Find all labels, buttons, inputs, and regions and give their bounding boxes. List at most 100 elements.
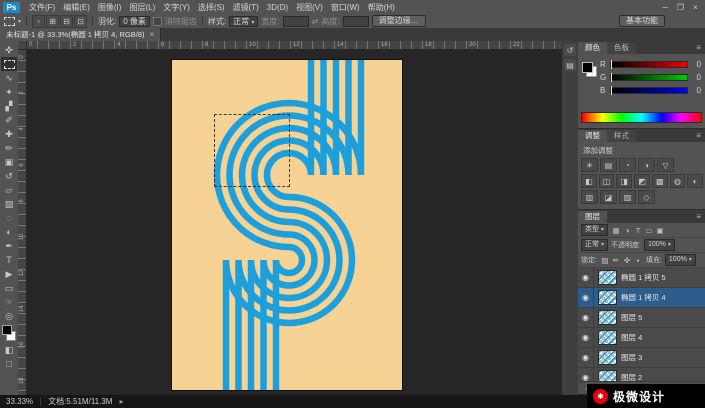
type-tool[interactable]: T [1,253,17,267]
slider-thumb[interactable] [611,86,612,95]
tab-close-icon[interactable]: × [149,30,154,39]
adj-exposure-icon[interactable]: ◑ [638,158,655,172]
adj-invert-icon[interactable]: ◐ [687,174,704,188]
menu-item-11[interactable]: 帮助(H) [364,2,399,13]
layer-row[interactable]: ◉ 椭圆 1 拷贝 4 [578,288,705,308]
minimize-button[interactable]: ─ [658,3,673,12]
pen-tool[interactable]: ✒ [1,239,17,253]
slider-thumb[interactable] [611,73,612,82]
refine-edge-button[interactable]: 调整边缘… [371,15,426,27]
filter-pixel-layers-icon[interactable]: ▦ [611,225,621,235]
slider-thumb[interactable] [611,60,612,69]
adj-channel-mixer-icon[interactable]: ▩ [651,174,668,188]
height-input[interactable] [342,15,369,27]
properties-panel-icon[interactable]: ▤ [564,59,576,71]
visibility-eye-icon[interactable]: ◉ [578,348,594,367]
panel-menu-icon[interactable]: ≡ [696,131,701,140]
dodge-tool[interactable]: ◐ [1,225,17,239]
lock-all-icon[interactable]: ▪ [633,255,643,265]
crop-tool[interactable]: ▞ [1,99,17,113]
intersect-selection-icon[interactable]: ⊡ [74,14,88,28]
menu-item-4[interactable]: 图层(L) [125,2,159,13]
filter-shape-layers-icon[interactable]: ▭ [644,225,654,235]
history-brush-tool[interactable]: ↺ [1,169,17,183]
status-popup-arrow-icon[interactable]: ▸ [119,397,123,406]
tab-styles[interactable]: 样式 [607,130,636,142]
clone-stamp-tool[interactable]: ▣ [1,155,17,169]
hand-tool[interactable]: ☞ [1,295,17,309]
shape-tool[interactable]: ▭ [1,281,17,295]
tab-swatches[interactable]: 色板 [607,42,636,54]
subtract-from-selection-icon[interactable]: ⊟ [60,14,74,28]
foreground-background-swatches[interactable] [2,325,16,341]
add-to-selection-icon[interactable]: ⊞ [46,14,60,28]
workspace-switcher-button[interactable]: 基本功能 [619,15,665,27]
adj-black-white-icon[interactable]: ◨ [616,174,633,188]
adj-gradient-map-icon[interactable]: ▨ [619,190,636,204]
panel-menu-icon[interactable]: ≡ [696,212,701,221]
layer-row[interactable]: ◉ 图层 4 [578,328,705,348]
adj-posterize-icon[interactable]: ▥ [581,190,598,204]
blend-mode-select[interactable]: 正常 ▾ [581,239,609,251]
antialias-checkbox[interactable] [152,16,162,26]
layer-row[interactable]: ◉ 图层 5 [578,308,705,328]
style-select[interactable]: 正常 ▾ [229,15,259,27]
zoom-tool[interactable]: ◎ [1,309,17,323]
tab-adjustments[interactable]: 调整 [578,130,607,142]
foreground-color-swatch[interactable] [582,62,593,73]
magic-wand-tool[interactable]: ✦ [1,85,17,99]
eraser-tool[interactable]: ▱ [1,183,17,197]
slider-track-g[interactable] [610,73,688,82]
foreground-background-swatches[interactable] [582,62,597,77]
visibility-eye-icon[interactable]: ◉ [578,308,594,327]
eyedropper-tool[interactable]: ✐ [1,113,17,127]
visibility-eye-icon[interactable]: ◉ [578,288,594,307]
quick-mask-mode[interactable]: ◧ [1,343,17,357]
lasso-tool[interactable]: ∿ [1,71,17,85]
menu-item-8[interactable]: 3D(D) [263,3,292,12]
feather-input[interactable]: 0 像素 [119,15,150,27]
adj-curves-icon[interactable]: ◔ [619,158,636,172]
swap-dimensions-icon[interactable]: ⇄ [312,17,319,26]
menu-item-10[interactable]: 窗口(W) [327,2,364,13]
visibility-eye-icon[interactable]: ◉ [578,268,594,287]
ruler-origin-corner[interactable] [18,41,27,50]
brush-tool[interactable]: ✏ [1,141,17,155]
width-input[interactable] [282,15,309,27]
adj-color-lookup-icon[interactable]: ◍ [669,174,686,188]
screen-mode[interactable]: □ [1,357,17,371]
foreground-color-swatch[interactable] [2,325,12,335]
adj-levels-icon[interactable]: ▤ [600,158,617,172]
color-spectrum-bar[interactable] [581,112,702,123]
adj-selective-color-icon[interactable]: ◇ [638,190,655,204]
layer-row[interactable]: ◉ 图层 2 [578,368,705,381]
canvas-area[interactable] [26,49,562,395]
slider-track-r[interactable] [610,60,688,69]
adj-vibrance-icon[interactable]: ▽ [657,158,674,172]
document-canvas[interactable] [172,60,402,390]
lock-transparency-icon[interactable]: ▨ [600,255,610,265]
panel-menu-icon[interactable]: ≡ [696,43,701,52]
tab-layers[interactable]: 图层 [578,211,607,223]
healing-brush-tool[interactable]: ✚ [1,127,17,141]
adj-hue-saturation-icon[interactable]: ◧ [581,174,597,188]
rect-marquee-tool[interactable] [1,57,17,71]
slider-track-b[interactable] [610,86,688,95]
fill-select[interactable]: 100% ▾ [664,254,696,266]
document-tab[interactable]: 未标题-1 @ 33.3%(椭圆 1 拷贝 4, RGB/8) × [0,28,162,41]
close-button[interactable]: × [688,3,703,12]
visibility-eye-icon[interactable]: ◉ [578,328,594,347]
zoom-level-field[interactable]: 33.33% [6,397,42,406]
opacity-select[interactable]: 100% ▾ [643,239,675,251]
new-selection-icon[interactable]: ▫ [32,14,46,28]
visibility-eye-icon[interactable]: ◉ [578,368,594,381]
menu-item-2[interactable]: 编辑(E) [59,2,94,13]
menu-item-1[interactable]: 文件(F) [25,2,59,13]
restore-button[interactable]: ❐ [673,3,688,12]
menu-item-5[interactable]: 文字(Y) [159,2,194,13]
blur-tool[interactable]: ◌ [1,211,17,225]
menu-item-6[interactable]: 选择(S) [194,2,229,13]
lock-image-icon[interactable]: ✏ [611,255,621,265]
path-select-tool[interactable]: ▶ [1,267,17,281]
adj-brightness-contrast-icon[interactable]: ☀ [581,158,598,172]
